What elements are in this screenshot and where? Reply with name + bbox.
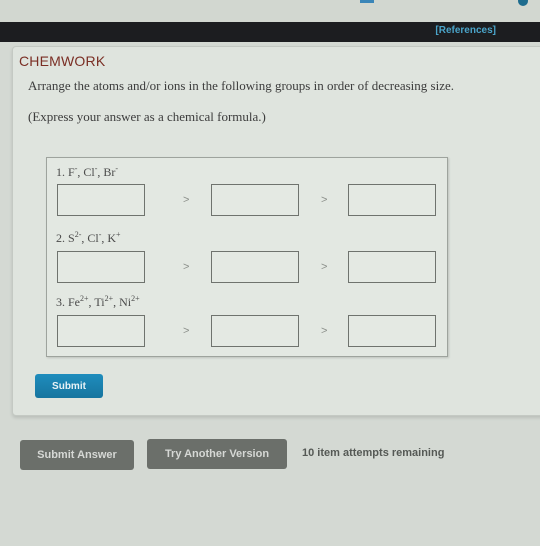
answer-input-q2-3[interactable]	[348, 251, 436, 283]
species: Ni2+	[119, 294, 140, 309]
species-charge: 2+	[104, 294, 114, 303]
answer-input-q2-1[interactable]	[57, 251, 145, 283]
header-bar: [References]	[0, 22, 540, 42]
species: Br-	[103, 164, 119, 179]
species: S2-	[68, 230, 82, 245]
species-symbol: F	[68, 165, 75, 179]
answer-input-q3-3[interactable]	[348, 315, 436, 347]
species-charge: 2+	[80, 294, 89, 303]
species: Ti2+	[94, 294, 114, 309]
greater-than-separator: >	[183, 261, 190, 273]
question-label: 3. Fe2+, Ti2+, Ni2+	[56, 294, 140, 309]
greater-than-separator: >	[321, 194, 328, 206]
answer-input-q2-2[interactable]	[211, 251, 299, 283]
hint-text: (Express your answer as a chemical formu…	[28, 109, 266, 124]
species-symbol: Ni	[119, 295, 132, 309]
submit-answer-button[interactable]: Submit Answer	[20, 440, 134, 470]
question-box: 1. F-, Cl-, Br- > >2. S2-, Cl-, K+ > >3. Fe2…	[46, 157, 448, 357]
question-number: 2.	[56, 231, 65, 245]
greater-than-separator: >	[183, 325, 190, 337]
references-link[interactable]: [References]	[435, 25, 496, 36]
try-another-version-button[interactable]: Try Another Version	[147, 439, 287, 469]
question-label: 1. F-, Cl-, Br-	[56, 164, 119, 179]
answer-input-q3-1[interactable]	[57, 315, 145, 347]
species: Fe2+	[68, 294, 89, 309]
greater-than-separator: >	[321, 325, 328, 337]
species: F-	[68, 164, 78, 179]
species-symbol: Br	[103, 165, 116, 179]
toolbar-icon[interactable]	[360, 0, 374, 3]
species-charge: -	[98, 230, 102, 239]
question-number: 3.	[56, 295, 65, 309]
species-charge: -	[74, 164, 78, 173]
species-charge: 2-	[74, 230, 82, 239]
species-charge: 2+	[131, 294, 140, 303]
submit-button[interactable]: Submit	[35, 374, 103, 398]
answer-input-q1-3[interactable]	[348, 184, 436, 216]
brand-title: CHEMWORK	[19, 53, 106, 69]
answer-input-q1-1[interactable]	[57, 184, 145, 216]
species-symbol: S	[68, 231, 75, 245]
answer-input-q1-2[interactable]	[211, 184, 299, 216]
species: K+	[107, 230, 121, 245]
species-symbol: Ti	[94, 295, 105, 309]
species-symbol: Fe	[68, 295, 80, 309]
instruction-text: Arrange the atoms and/or ions in the fol…	[28, 78, 454, 93]
question-number: 1.	[56, 165, 65, 179]
question-card: CHEMWORK Arrange the atoms and/or ions i…	[12, 46, 540, 416]
species: Cl-	[87, 230, 102, 245]
browser-top-strip	[0, 0, 540, 22]
species-charge: +	[116, 230, 121, 239]
answer-input-q3-2[interactable]	[211, 315, 299, 347]
species-charge: -	[94, 164, 98, 173]
species-symbol: Cl	[87, 231, 99, 245]
species: Cl-	[83, 164, 98, 179]
greater-than-separator: >	[321, 261, 328, 273]
species-symbol: K	[107, 231, 117, 245]
species-charge: -	[115, 164, 119, 173]
species-symbol: Cl	[83, 165, 95, 179]
question-label: 2. S2-, Cl-, K+	[56, 230, 121, 245]
attempts-remaining: 10 item attempts remaining	[302, 447, 445, 459]
help-icon[interactable]	[518, 0, 528, 6]
greater-than-separator: >	[183, 194, 190, 206]
